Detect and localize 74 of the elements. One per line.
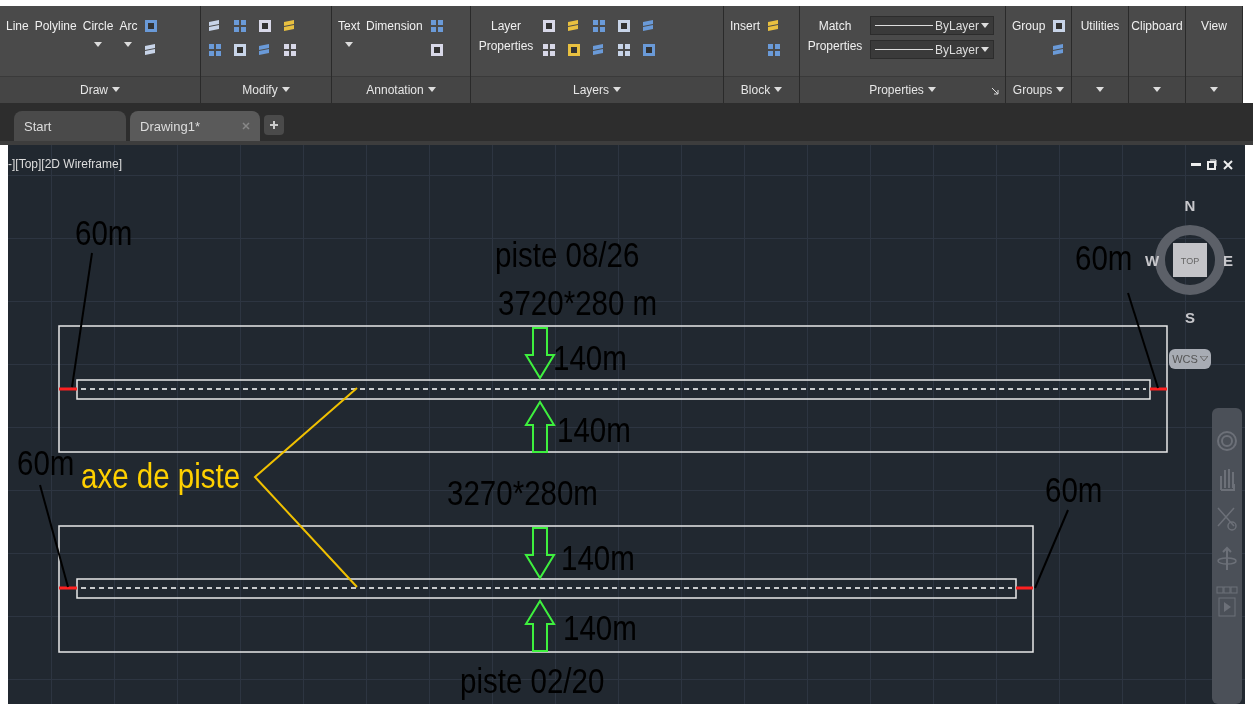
caret-icon[interactable] [345,42,353,48]
compass-west[interactable]: W [1144,252,1160,269]
caret-icon[interactable] [613,87,621,93]
panel-title[interactable]: Utilities [1080,16,1120,36]
panel-title[interactable]: Layers [573,83,609,97]
dimension-label: 140m [561,537,635,578]
dimension-label: 60m [1075,237,1133,278]
property-dropdown[interactable]: ByLayer [870,40,994,59]
file-tab[interactable]: Drawing1* [130,111,260,141]
runway-name: piste 02/20 [460,660,605,701]
caret-icon[interactable] [427,87,436,93]
dimension-label: 140m [557,409,631,450]
caret-icon[interactable] [94,42,103,48]
caret-icon[interactable] [1056,87,1065,93]
axis-label: axe de piste [81,455,241,496]
caret-icon[interactable] [1153,87,1161,93]
dimension-label: 140m [563,607,637,648]
collapsed-panel[interactable]: Clipboard [1129,6,1186,103]
caret-icon[interactable] [1096,87,1104,93]
tool-button[interactable]: Dimension [366,16,423,36]
panel-title[interactable]: Properties [869,83,924,97]
runway-size: 3270*280m [447,472,598,513]
tool-button[interactable]: Group [1012,16,1046,36]
runway-size: 3720*280 m [498,282,658,323]
dimension-arrow [524,599,556,652]
dimension-arrow [524,327,556,380]
tool-button[interactable]: Circle [82,16,114,36]
tool-button[interactable]: Layer Properties [477,16,535,56]
restore-icon[interactable] [1207,159,1217,170]
runway-name: piste 08/26 [495,234,640,275]
dimension-label: 60m [75,212,133,253]
tool-button[interactable]: Match Properties [806,16,864,56]
compass-east[interactable]: E [1223,252,1233,269]
tool-button[interactable]: Arc [119,16,138,36]
runway-end-mark [59,387,77,391]
caret-icon[interactable] [281,87,290,93]
caret-icon[interactable] [112,87,120,93]
caret-icon[interactable] [1210,87,1218,93]
tool-button[interactable]: Text [338,16,360,36]
caret-icon[interactable] [774,87,783,93]
file-tab[interactable]: Start [14,111,126,141]
property-dropdown[interactable]: ByLayer [870,16,994,35]
collapsed-panel[interactable]: View [1186,6,1243,103]
tool-button[interactable]: Insert [730,16,760,36]
collapsed-panel[interactable]: Utilities [1072,6,1129,103]
compass-south[interactable]: S [1185,309,1195,326]
dimension-label: 140m [553,337,627,378]
compass-north[interactable]: N [1184,197,1196,214]
shape-icon[interactable] [143,18,160,34]
dimension-label: 60m [1045,469,1103,510]
runway-end-mark [1016,586,1033,590]
viewport-label[interactable]: -][Top][2D Wireframe] [8,157,123,171]
runway-end-mark [59,586,77,590]
caret-icon[interactable] [124,42,133,48]
panel-title[interactable]: Draw [80,83,108,97]
dimension-arrow [524,527,556,580]
dimension-arrow [524,400,556,453]
runway-end-mark [1150,387,1167,391]
viewcube-face[interactable]: TOP [1180,256,1200,266]
shape-icon[interactable] [591,18,607,34]
caret-icon[interactable] [981,46,989,53]
tool-button[interactable]: Line [6,16,29,36]
panel-title[interactable]: Modify [242,83,278,97]
new-tab-button[interactable] [264,115,284,135]
shape-icon[interactable] [766,42,782,58]
tool-button[interactable]: Polyline [34,16,77,36]
shape-icon[interactable] [207,42,223,58]
caret-icon[interactable] [981,22,989,29]
plus-icon[interactable] [269,120,279,130]
panel-title[interactable]: View [1201,16,1227,36]
panel-title[interactable]: Clipboard [1131,16,1183,36]
minimize-icon[interactable] [1191,162,1201,167]
launcher-icon[interactable] [991,87,999,95]
caret-icon[interactable] [927,87,936,93]
